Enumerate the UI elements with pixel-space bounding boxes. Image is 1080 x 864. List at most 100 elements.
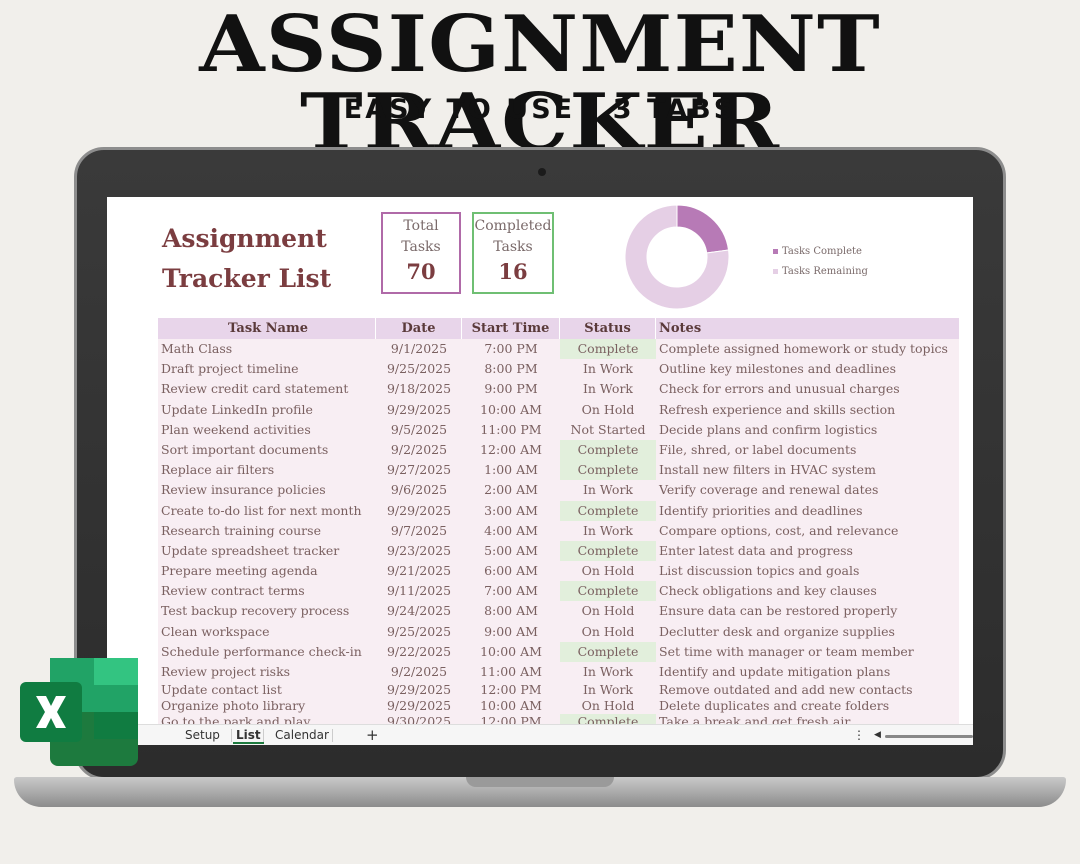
date-cell[interactable]: 9/2/2025 — [376, 662, 462, 682]
task-name-cell[interactable]: Schedule performance check-in — [158, 642, 376, 662]
start-time-cell[interactable]: 9:00 PM — [462, 379, 560, 399]
status-cell[interactable]: In Work — [560, 379, 656, 399]
date-cell[interactable]: 9/7/2025 — [376, 521, 462, 541]
col-notes[interactable]: Notes — [656, 318, 959, 339]
start-time-cell[interactable]: 6:00 AM — [462, 561, 560, 581]
date-cell[interactable]: 9/18/2025 — [376, 379, 462, 399]
date-cell[interactable]: 9/24/2025 — [376, 601, 462, 621]
status-cell[interactable]: On Hold — [560, 561, 656, 581]
task-name-cell[interactable]: Organize photo library — [158, 698, 376, 714]
table-row[interactable]: Math Class 9/1/2025 7:00 PM Complete Complet… — [158, 339, 959, 360]
start-time-cell[interactable]: 11:00 AM — [462, 662, 560, 682]
task-name-cell[interactable]: Update spreadsheet tracker — [158, 541, 376, 561]
start-time-cell[interactable]: 8:00 PM — [462, 359, 560, 379]
start-time-cell[interactable]: 12:00 PM — [462, 682, 560, 698]
task-name-cell[interactable]: Review credit card statement — [158, 379, 376, 399]
status-cell[interactable]: Complete — [560, 500, 656, 521]
start-time-cell[interactable]: 12:00 AM — [462, 440, 560, 460]
table-row[interactable]: Research training course 9/7/2025 4:00 AM I… — [158, 520, 959, 541]
triangle-left-icon[interactable]: ◀ — [874, 730, 881, 740]
start-time-cell[interactable]: 2:00 AM — [462, 480, 560, 500]
notes-cell[interactable]: Outline key milestones and deadlines — [656, 359, 959, 379]
notes-cell[interactable]: Set time with manager or team member — [656, 642, 959, 662]
status-cell[interactable]: Complete — [560, 641, 656, 662]
date-cell[interactable]: 9/6/2025 — [376, 480, 462, 500]
table-row[interactable]: Organize photo library 9/29/2025 10:00 AM O… — [158, 698, 959, 715]
tab-calendar[interactable]: Calendar — [275, 728, 329, 742]
start-time-cell[interactable]: 1:00 AM — [462, 460, 560, 480]
date-cell[interactable]: 9/29/2025 — [376, 698, 462, 714]
col-start-time[interactable]: Start Time — [462, 318, 560, 339]
date-cell[interactable]: 9/22/2025 — [376, 642, 462, 662]
start-time-cell[interactable]: 9:00 AM — [462, 622, 560, 642]
date-cell[interactable]: 9/25/2025 — [376, 622, 462, 642]
table-row[interactable]: Review insurance policies 9/6/2025 2:00 AM… — [158, 480, 959, 501]
date-cell[interactable]: 9/27/2025 — [376, 460, 462, 480]
col-status[interactable]: Status — [560, 318, 656, 339]
task-name-cell[interactable]: Plan weekend activities — [158, 420, 376, 440]
status-cell[interactable]: Complete — [560, 339, 656, 360]
date-cell[interactable]: 9/29/2025 — [376, 400, 462, 420]
notes-cell[interactable]: Declutter desk and organize supplies — [656, 622, 959, 642]
table-row[interactable]: Schedule performance check-in 9/22/2025 10… — [158, 641, 959, 662]
date-cell[interactable]: 9/23/2025 — [376, 541, 462, 561]
notes-cell[interactable]: Complete assigned homework or study topi… — [656, 339, 959, 359]
table-row[interactable]: Draft project timeline 9/25/2025 8:00 PM In… — [158, 359, 959, 380]
start-time-cell[interactable]: 11:00 PM — [462, 420, 560, 440]
notes-cell[interactable]: Ensure data can be restored properly — [656, 601, 959, 621]
start-time-cell[interactable]: 3:00 AM — [462, 501, 560, 521]
table-row[interactable]: Plan weekend activities 9/5/2025 11:00 PM N… — [158, 419, 959, 440]
date-cell[interactable]: 9/5/2025 — [376, 420, 462, 440]
task-name-cell[interactable]: Review project risks — [158, 662, 376, 682]
notes-cell[interactable]: Decide plans and confirm logistics — [656, 420, 959, 440]
notes-cell[interactable]: Install new filters in HVAC system — [656, 460, 959, 480]
vertical-dots-icon[interactable]: ⋮ — [853, 728, 865, 742]
col-date[interactable]: Date — [376, 318, 462, 339]
date-cell[interactable]: 9/11/2025 — [376, 581, 462, 601]
notes-cell[interactable]: Check for errors and unusual charges — [656, 379, 959, 399]
notes-cell[interactable]: Verify coverage and renewal dates — [656, 480, 959, 500]
table-row[interactable]: Create to-do list for next month 9/29/202… — [158, 500, 959, 521]
task-name-cell[interactable]: Draft project timeline — [158, 359, 376, 379]
task-name-cell[interactable]: Update LinkedIn profile — [158, 400, 376, 420]
table-row[interactable]: Update contact list 9/29/2025 12:00 PM In W… — [158, 682, 959, 699]
date-cell[interactable]: 9/29/2025 — [376, 501, 462, 521]
start-time-cell[interactable]: 7:00 AM — [462, 581, 560, 601]
notes-cell[interactable]: List discussion topics and goals — [656, 561, 959, 581]
status-cell[interactable]: In Work — [560, 521, 656, 541]
status-cell[interactable]: In Work — [560, 480, 656, 500]
status-cell[interactable]: Complete — [560, 439, 656, 461]
table-row[interactable]: Update LinkedIn profile 9/29/2025 10:00 AM… — [158, 399, 959, 420]
status-cell[interactable]: In Work — [560, 682, 656, 698]
notes-cell[interactable]: Enter latest data and progress — [656, 541, 959, 561]
start-time-cell[interactable]: 10:00 AM — [462, 400, 560, 420]
start-time-cell[interactable]: 10:00 AM — [462, 642, 560, 662]
notes-cell[interactable]: Check obligations and key clauses — [656, 581, 959, 601]
col-task-name[interactable]: Task Name — [158, 318, 376, 339]
notes-cell[interactable]: Compare options, cost, and relevance — [656, 521, 959, 541]
date-cell[interactable]: 9/25/2025 — [376, 359, 462, 379]
horizontal-scrollbar[interactable] — [885, 735, 973, 738]
task-name-cell[interactable]: Review contract terms — [158, 581, 376, 601]
table-row[interactable]: Sort important documents 9/2/2025 12:00 AM… — [158, 439, 959, 461]
start-time-cell[interactable]: 4:00 AM — [462, 521, 560, 541]
task-name-cell[interactable]: Clean workspace — [158, 622, 376, 642]
status-cell[interactable]: In Work — [560, 662, 656, 682]
date-cell[interactable]: 9/2/2025 — [376, 440, 462, 460]
table-row[interactable]: Clean workspace 9/25/2025 9:00 AM On Hold De… — [158, 621, 959, 642]
status-cell[interactable]: Complete — [560, 460, 656, 481]
tab-setup[interactable]: Setup — [185, 728, 220, 742]
table-row[interactable]: Update spreadsheet tracker 9/23/2025 5:00 … — [158, 540, 959, 562]
task-name-cell[interactable]: Sort important documents — [158, 440, 376, 460]
table-row[interactable]: Prepare meeting agenda 9/21/2025 6:00 AM On… — [158, 561, 959, 582]
notes-cell[interactable]: Delete duplicates and create folders — [656, 698, 959, 714]
status-cell[interactable]: Complete — [560, 581, 656, 602]
notes-cell[interactable]: File, shred, or label documents — [656, 440, 959, 460]
task-name-cell[interactable]: Research training course — [158, 521, 376, 541]
plus-icon[interactable]: + — [366, 726, 379, 744]
status-cell[interactable]: On Hold — [560, 698, 656, 714]
status-cell[interactable]: On Hold — [560, 601, 656, 621]
table-row[interactable]: Review contract terms 9/11/2025 7:00 AM Com… — [158, 581, 959, 602]
status-cell[interactable]: Not Started — [560, 420, 656, 440]
table-row[interactable]: Review credit card statement 9/18/2025 9:0… — [158, 379, 959, 400]
